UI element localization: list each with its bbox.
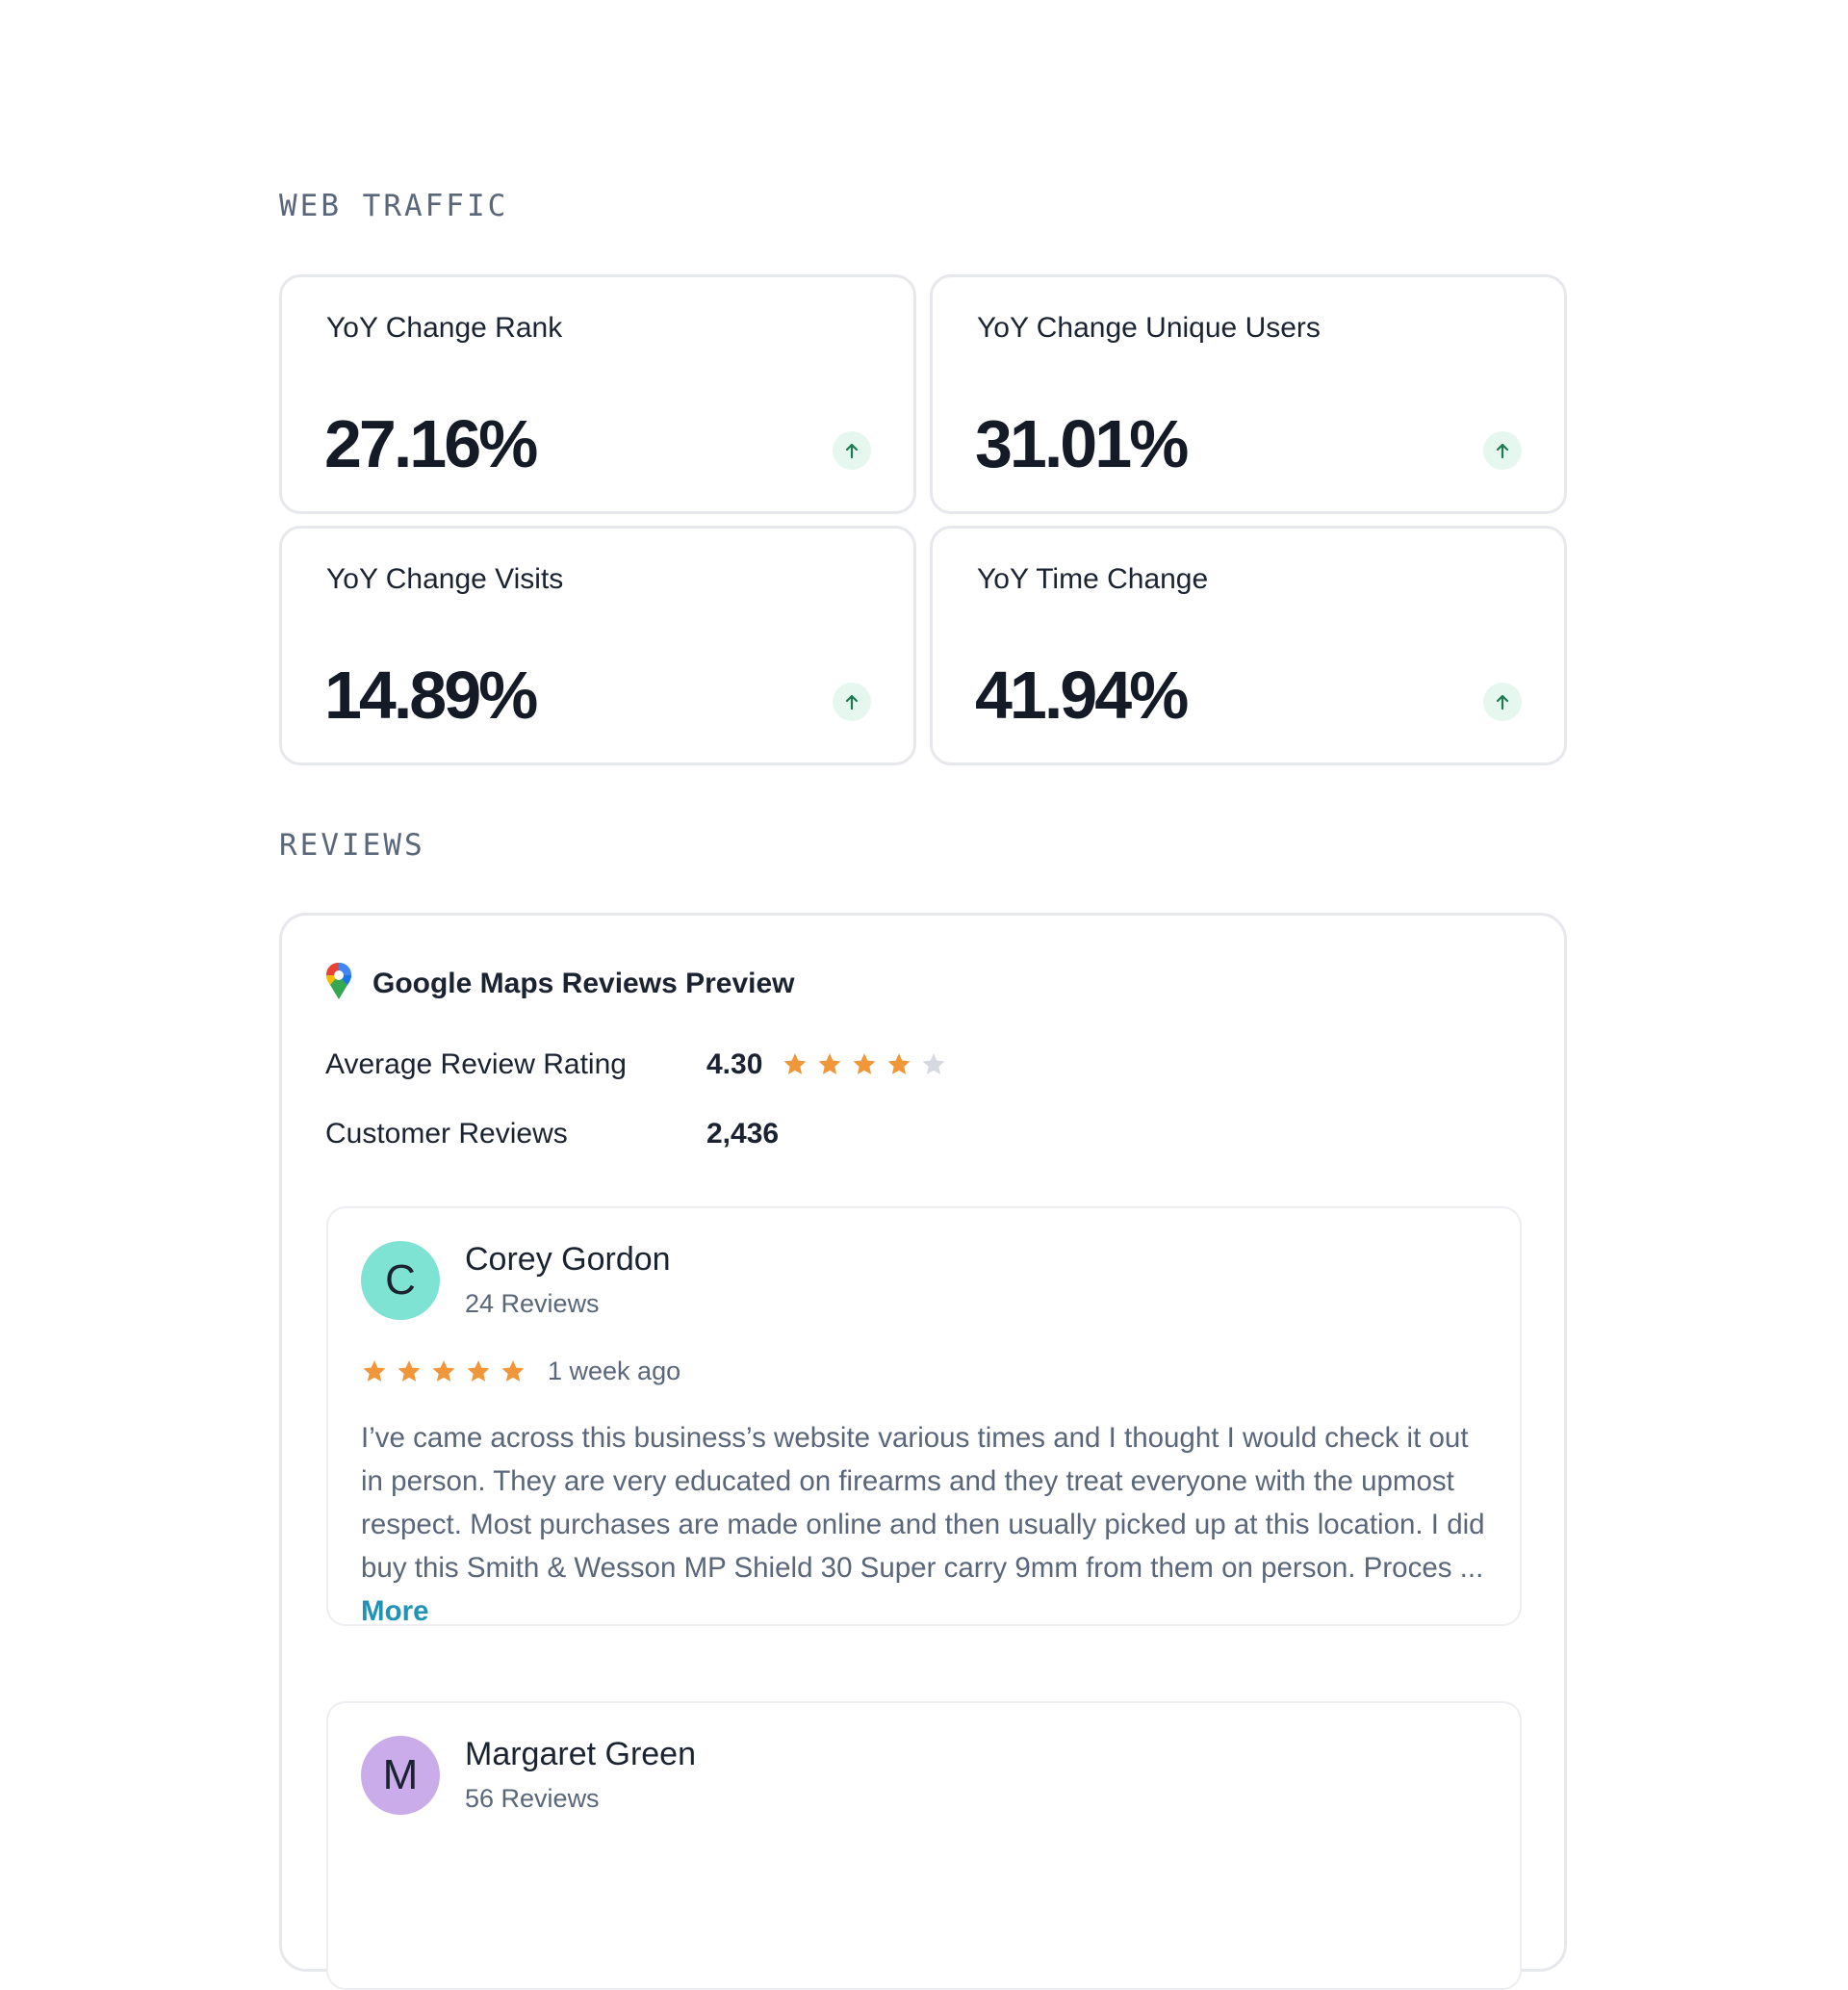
metric-label: YoY Change Unique Users [977, 312, 1321, 344]
customer-reviews-row: Customer Reviews 2,436 [325, 1118, 779, 1150]
average-rating-stars [782, 1051, 955, 1078]
web-traffic-heading: WEB TRAFFIC [279, 189, 509, 223]
metric-card-yoy-change-rank: YoY Change Rank 27.16% [279, 274, 916, 514]
star-filled-icon [818, 1053, 841, 1074]
metric-value: 14.89% [324, 658, 538, 733]
star-empty-icon [922, 1053, 945, 1074]
customer-reviews-value: 2,436 [706, 1118, 780, 1150]
star-filled-icon [783, 1053, 807, 1074]
star-filled-icon [501, 1359, 525, 1382]
metric-label: YoY Time Change [977, 563, 1209, 595]
review-card: M Margaret Green 56 Reviews [326, 1701, 1522, 1990]
review-card: C Corey Gordon 24 Reviews 1 week ago I’v… [326, 1206, 1522, 1627]
reviewer-name: Margaret Green [465, 1736, 696, 1772]
reviews-source-title: Google Maps Reviews Preview [372, 967, 795, 999]
average-rating-row: Average Review Rating 4.30 [325, 1048, 955, 1081]
arrow-up-icon [1483, 683, 1522, 721]
arrow-up-icon [833, 431, 871, 470]
google-maps-pin-icon [324, 962, 353, 1005]
reviewer-name: Corey Gordon [465, 1241, 671, 1278]
star-filled-icon [363, 1359, 386, 1382]
avatar: C [361, 1241, 440, 1320]
average-rating-label: Average Review Rating [325, 1048, 627, 1080]
star-filled-icon [853, 1053, 876, 1074]
review-text-body: I’ve came across this business’s website… [361, 1422, 1485, 1584]
star-filled-icon [887, 1053, 911, 1074]
metric-value: 27.16% [324, 406, 538, 481]
customer-reviews-label: Customer Reviews [325, 1118, 568, 1150]
average-rating-value: 4.30 [706, 1048, 763, 1080]
reviews-heading: REVIEWS [279, 828, 425, 863]
reviewer-review-count: 24 Reviews [465, 1289, 600, 1318]
more-link[interactable]: More [361, 1595, 428, 1627]
arrow-up-icon [1483, 431, 1522, 470]
metric-card-yoy-change-visits: YoY Change Visits 14.89% [279, 526, 916, 765]
metric-label: YoY Change Visits [326, 563, 564, 595]
metric-card-yoy-time-change: YoY Time Change 41.94% [930, 526, 1567, 765]
reviewer-review-count: 56 Reviews [465, 1784, 600, 1813]
metric-value: 41.94% [975, 658, 1189, 733]
star-filled-icon [398, 1359, 421, 1382]
metric-card-yoy-change-unique-users: YoY Change Unique Users 31.01% [930, 274, 1567, 514]
metric-label: YoY Change Rank [326, 312, 563, 344]
arrow-up-icon [833, 683, 871, 721]
review-text: I’ve came across this business’s website… [361, 1416, 1497, 1633]
metric-value: 31.01% [975, 406, 1189, 481]
star-filled-icon [467, 1359, 490, 1382]
star-filled-icon [432, 1359, 455, 1382]
google-maps-reviews-card: Google Maps Reviews Preview Average Revi… [279, 913, 1567, 1990]
review-time: 1 week ago [548, 1357, 681, 1385]
review-meta: 1 week ago [361, 1357, 680, 1386]
reviews-source-header: Google Maps Reviews Preview [324, 962, 795, 1005]
review-stars [361, 1358, 534, 1385]
avatar: M [361, 1736, 440, 1815]
